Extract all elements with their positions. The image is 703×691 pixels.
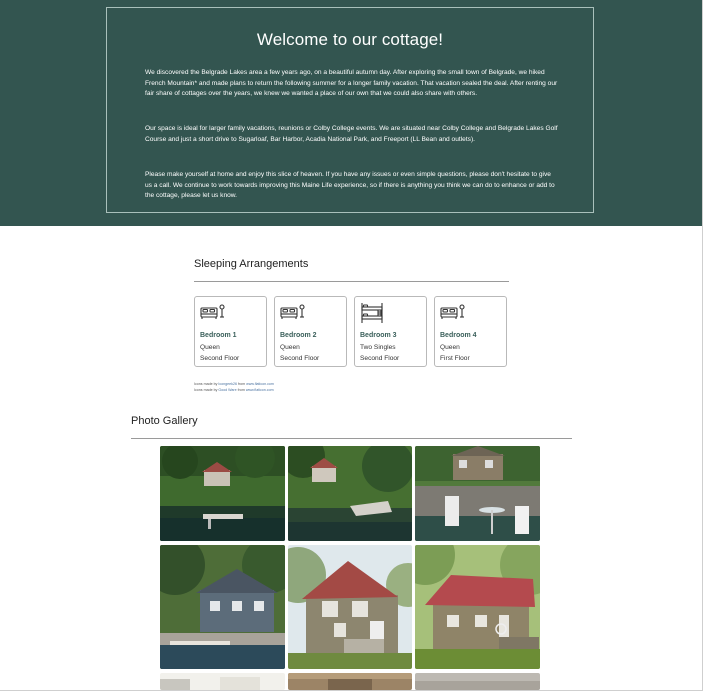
floor-label: Second Floor [280, 355, 320, 362]
bedroom-card-3: Bedroom 3 Two Singles Second Floor [354, 296, 427, 367]
gallery-photo-4[interactable] [160, 545, 285, 669]
welcome-paragraph-2: Our space is ideal for larger family vac… [145, 125, 558, 143]
bunk-bed-icon [361, 303, 383, 323]
floor-label: First Floor [440, 355, 470, 362]
gallery-photo-1[interactable] [160, 446, 285, 541]
welcome-box: Welcome to our cottage! We discovered th… [106, 7, 594, 213]
gallery-photo-8[interactable] [288, 673, 412, 690]
gallery-photo-2[interactable] [288, 446, 412, 541]
credit-text: Icons made by [194, 388, 219, 392]
bedroom-name: Bedroom 4 [440, 332, 477, 339]
gallery-divider [131, 438, 572, 439]
bedroom-card-1: Bedroom 1 Queen Second Floor [194, 296, 267, 367]
credit-text: Icons made by [194, 382, 219, 386]
icon-credit: Icons made by Icongeek26 from www.flatic… [194, 382, 274, 386]
gallery-photo-7[interactable] [160, 673, 285, 690]
photo-gallery-title: Photo Gallery [131, 415, 198, 427]
bed-type: Queen [440, 344, 460, 351]
bed-type: Two Singles [360, 344, 396, 351]
bedroom-card-2: Bedroom 2 Queen Second Floor [274, 296, 347, 367]
gallery-photo-5[interactable] [288, 545, 412, 669]
sleeping-divider [194, 281, 509, 282]
welcome-title: Welcome to our cottage! [256, 30, 444, 49]
gallery-photo-6[interactable] [415, 545, 540, 669]
welcome-paragraph-1: We discovered the Belgrade Lakes area a … [145, 69, 558, 98]
gallery-photo-3[interactable] [415, 446, 540, 541]
floor-label: Second Floor [360, 355, 400, 362]
sleeping-arrangements-title: Sleeping Arrangements [194, 258, 309, 270]
double-bed-icon [440, 304, 465, 319]
welcome-banner: Welcome to our cottage! We discovered th… [0, 0, 702, 226]
credit-text: from [236, 382, 247, 386]
bedroom-card-4: Bedroom 4 Queen First Floor [434, 296, 507, 367]
bed-type: Queen [280, 344, 300, 351]
double-bed-icon [280, 304, 305, 319]
gallery-photo-9[interactable] [415, 673, 540, 690]
credit-site-link[interactable]: www.flaticon.com [246, 382, 274, 386]
credit-author-link[interactable]: Good Ware [218, 388, 236, 392]
bedroom-name: Bedroom 3 [360, 332, 397, 339]
credit-text: from [236, 388, 246, 392]
icon-credit: Icons made by Good Ware from www.flatico… [194, 388, 274, 392]
double-bed-icon [200, 304, 225, 319]
floor-label: Second Floor [200, 355, 240, 362]
bedroom-name: Bedroom 2 [280, 332, 317, 339]
credit-site-link[interactable]: www.flaticon.com [246, 388, 274, 392]
credit-author-link[interactable]: Icongeek26 [218, 382, 237, 386]
bed-type: Queen [200, 344, 220, 351]
welcome-paragraph-3: Please make yourself at home and enjoy t… [145, 171, 555, 200]
bedroom-name: Bedroom 1 [200, 332, 237, 339]
